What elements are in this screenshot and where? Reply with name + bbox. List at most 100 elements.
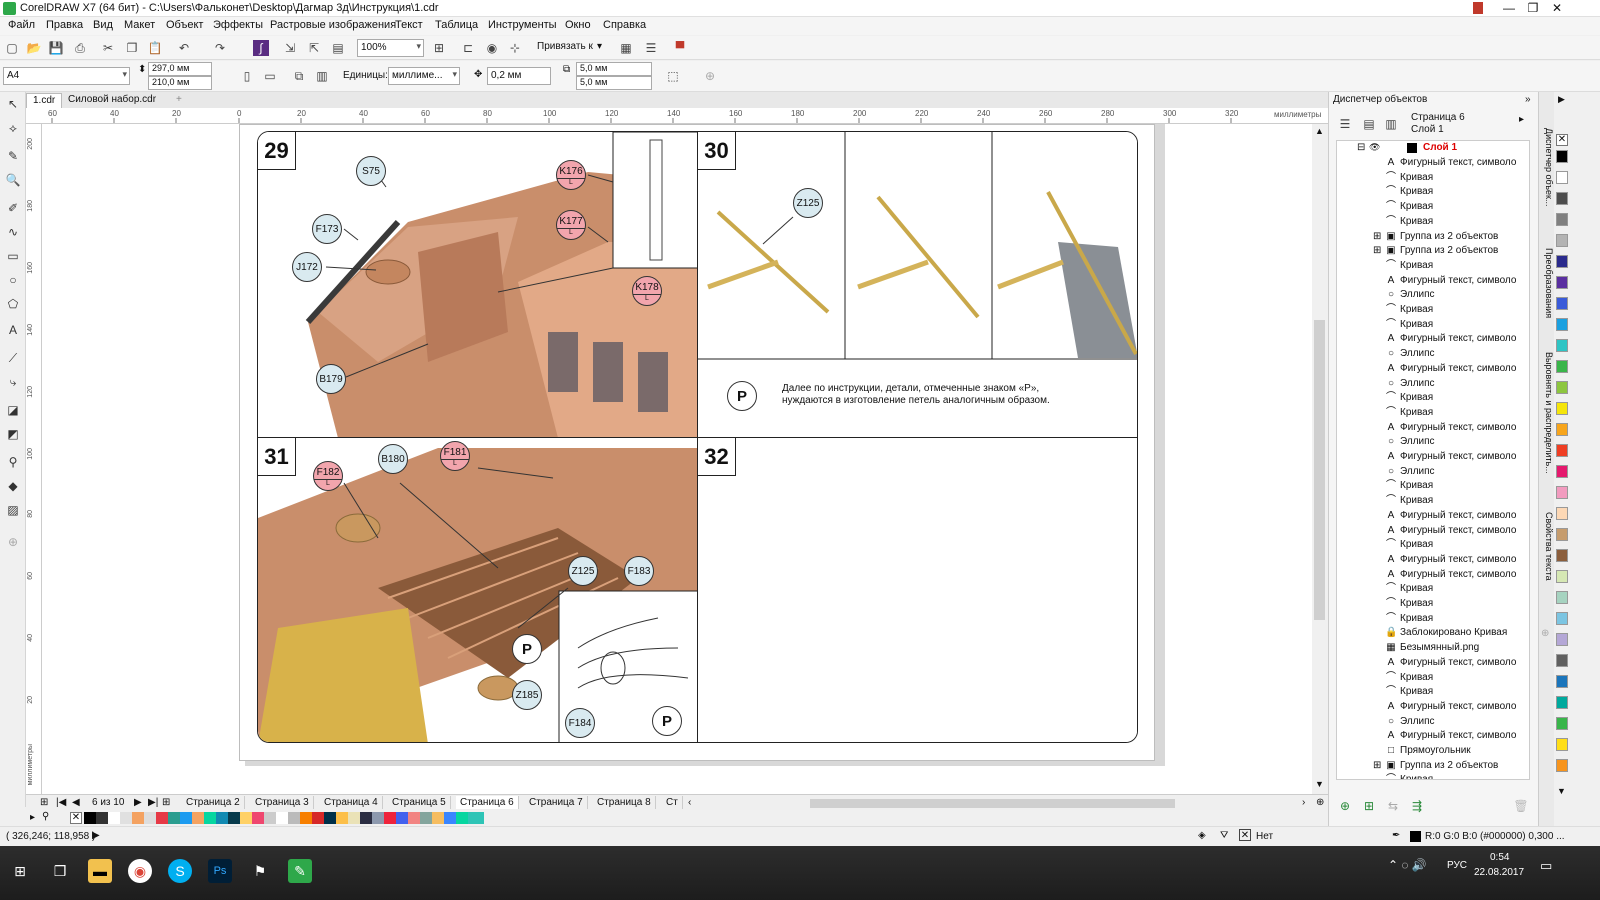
color-swatch[interactable] (1556, 276, 1568, 289)
start-icon[interactable]: ⊞ (8, 859, 32, 883)
zoom-tool-icon[interactable]: 🔍 (5, 172, 21, 188)
user-icon[interactable] (1473, 2, 1483, 14)
task-view-icon[interactable]: ❒ (48, 859, 72, 883)
file-explorer-icon[interactable]: ▬ (88, 859, 112, 883)
delete-icon[interactable]: 🗑 (1513, 798, 1529, 814)
side-tab-text-properties[interactable]: Свойства текста (1540, 512, 1554, 602)
color-swatch[interactable] (1556, 192, 1568, 205)
units-combo[interactable]: миллиме... ▾ (388, 67, 460, 85)
polygon-tool-icon[interactable]: ⬠ (5, 296, 21, 312)
add-page-icon[interactable]: ⊞ (40, 797, 48, 808)
tree-row[interactable]: ○ Эллипс (1337, 347, 1527, 362)
dimension-tool-icon[interactable]: ⟋ (5, 350, 21, 366)
input-language[interactable]: РУС (1447, 860, 1467, 871)
palette-scroll-down-icon[interactable]: ▼ (1557, 786, 1566, 796)
undo-icon[interactable]: ↶ (176, 40, 192, 56)
no-color-swatch[interactable]: ✕ (70, 812, 82, 824)
first-page-icon[interactable]: |◀ (56, 797, 66, 808)
color-swatch[interactable] (1556, 255, 1568, 268)
tree-row[interactable]: ⊞ ▣ Группа из 2 объектов (1337, 230, 1527, 245)
side-tab-object-manager[interactable]: Диспетчер объек... (1540, 128, 1554, 238)
color-swatch[interactable] (1556, 570, 1568, 583)
status-arrow-icon[interactable]: ▶ (92, 830, 100, 841)
page-size-combo[interactable]: A4 ▾ (3, 67, 130, 85)
menu-layout[interactable]: Макет (124, 19, 155, 31)
new-tab-icon[interactable]: + (170, 93, 188, 108)
tree-row[interactable]: ⌒ Кривая (1337, 200, 1527, 215)
add-page-after-icon[interactable]: ⊞ (162, 797, 170, 808)
print-icon[interactable]: ⎙ (72, 40, 88, 56)
color-swatch[interactable] (1556, 591, 1568, 604)
menu-object[interactable]: Объект (166, 19, 203, 31)
tree-row[interactable]: A Фигурный текст, символо (1337, 700, 1527, 715)
shape-tool-icon[interactable]: ⟡ (5, 120, 21, 136)
rectangle-tool-icon[interactable]: ▭ (5, 248, 21, 264)
last-page-icon[interactable]: ▶| (148, 797, 158, 808)
menu-view[interactable]: Вид (93, 19, 113, 31)
skype-icon[interactable]: S (168, 859, 192, 883)
instruction-sheet[interactable]: 29 S75 F173 J172 B179 K176 L K177 L K178 L … (257, 131, 1138, 743)
pick-tool-icon[interactable]: ↖ (5, 96, 21, 112)
color-swatch[interactable] (1556, 339, 1568, 352)
redo-icon[interactable]: ↷ (212, 40, 228, 56)
color-swatch[interactable] (1556, 612, 1568, 625)
tree-row[interactable]: A Фигурный текст, символо (1337, 568, 1527, 583)
copy-icon[interactable]: ❐ (124, 40, 140, 56)
nudge-distance-input[interactable]: 0,2 мм (487, 67, 551, 85)
color-swatch[interactable] (1556, 486, 1568, 499)
tree-row[interactable]: A Фигурный текст, символо (1337, 332, 1527, 347)
tree-row[interactable]: ⌒ Кривая (1337, 494, 1527, 509)
chevron-up-icon[interactable]: ▲ (1315, 126, 1324, 136)
menu-table[interactable]: Таблица (435, 19, 478, 31)
color-swatch[interactable] (1556, 759, 1568, 772)
color-swatch[interactable] (1556, 675, 1568, 688)
system-tray-icons[interactable]: ⌃ ◌ 🔊 (1388, 858, 1427, 872)
layer-view-icon[interactable]: ▤ (1361, 116, 1377, 132)
page-width-input[interactable]: 297,0 мм (148, 62, 212, 76)
tree-row[interactable]: A Фигурный текст, символо (1337, 656, 1527, 671)
add-docker-icon[interactable]: ⊕ (1541, 628, 1549, 639)
menu-text[interactable]: Текст (395, 19, 423, 31)
notifications-icon[interactable]: ▭ (1540, 858, 1552, 874)
tree-row[interactable]: 🔒 Заблокировано Кривая (1337, 626, 1527, 641)
color-swatch[interactable] (1556, 402, 1568, 415)
publish-pdf-icon[interactable]: ▤ (330, 40, 346, 56)
crop-tool-icon[interactable]: ✎ (5, 148, 21, 164)
tree-row[interactable]: A Фигурный текст, символо (1337, 729, 1527, 744)
tree-row[interactable]: ⌒ Кривая (1337, 185, 1527, 200)
page-tab-2[interactable]: Страница 2 (182, 796, 245, 809)
text-tool-icon[interactable]: A (5, 322, 21, 338)
transparency-icon[interactable]: ◩ (5, 426, 21, 442)
tree-row[interactable]: ⌒ Кривая (1337, 582, 1527, 597)
tree-row[interactable]: ⌒ Кривая (1337, 259, 1527, 274)
menu-bitmaps[interactable]: Растровые изображения (270, 19, 396, 31)
export-icon[interactable]: ⇱ (306, 40, 322, 56)
tree-row[interactable]: ⌒ Кривая (1337, 685, 1527, 700)
doc-tab-1[interactable]: 1.cdr (26, 93, 63, 108)
no-color-swatch[interactable]: ✕ (1556, 134, 1568, 146)
expand-icon[interactable]: ⊞ (1373, 245, 1381, 256)
menu-window[interactable]: Окно (565, 19, 591, 31)
tree-row[interactable]: ⌒ Кривая (1337, 538, 1527, 553)
side-tab-transformations[interactable]: Преобразования (1540, 248, 1554, 328)
new-master-layer-icon[interactable]: ⊞ (1361, 798, 1377, 814)
tree-row[interactable]: ⌒ Кривая (1337, 215, 1527, 230)
treat-as-filled-icon[interactable]: ⬚ (665, 68, 681, 84)
color-swatch[interactable] (1556, 465, 1568, 478)
chevron-right-icon[interactable]: ▸ (1519, 114, 1524, 125)
color-swatch[interactable] (1556, 507, 1568, 520)
chevron-down-icon[interactable]: ▼ (1315, 779, 1324, 789)
tree-row[interactable]: ⊞ ▣ Группа из 2 объектов (1337, 244, 1527, 259)
palette-scroll-up-icon[interactable]: ▶ (1558, 94, 1565, 105)
doc-tab-2[interactable]: Силовой набор.cdr (62, 93, 162, 108)
photoshop-icon[interactable]: Ps (208, 859, 232, 883)
clock-time[interactable]: 0:54 (1490, 852, 1509, 863)
tree-row[interactable]: A Фигурный текст, символо (1337, 421, 1527, 436)
color-swatch[interactable] (1556, 528, 1568, 541)
step-32-panel[interactable]: 32 (698, 438, 1137, 742)
color-swatch[interactable] (1556, 423, 1568, 436)
color-swatch[interactable] (1556, 654, 1568, 667)
ellipse-tool-icon[interactable]: ○ (5, 272, 21, 288)
horizontal-scroll-thumb[interactable] (810, 799, 1175, 808)
tree-row[interactable]: ⌒ Кривая (1337, 597, 1527, 612)
